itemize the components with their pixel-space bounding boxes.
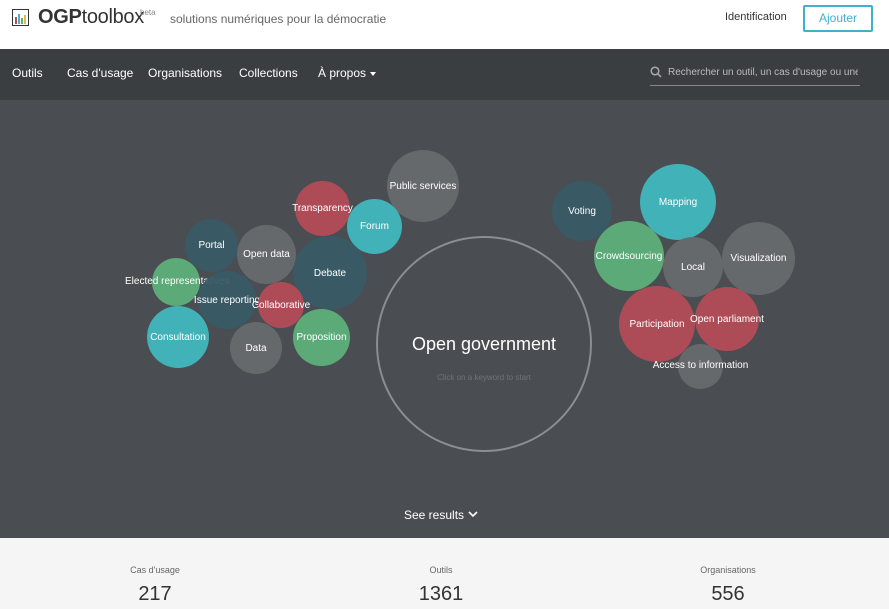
stat-value: 556 <box>711 583 745 605</box>
keyword-bubble[interactable]: Data <box>230 322 282 374</box>
search-box <box>650 60 860 86</box>
stat-label: Cas d'usage <box>130 565 180 575</box>
keyword-bubble[interactable]: Proposition <box>293 309 350 366</box>
nav-item-cas-usage[interactable]: Cas d'usage <box>67 66 133 80</box>
chevron-down-icon[interactable] <box>468 510 478 518</box>
center-circle: Open government Click on a keyword to st… <box>376 236 592 452</box>
stat-label: Outils <box>429 565 453 575</box>
top-bar: OGPtoolbox beta solutions numériques pou… <box>0 0 889 49</box>
beta-badge: beta <box>140 8 156 17</box>
nav-item-a-propos[interactable]: À propos <box>318 66 377 80</box>
nav-item-collections[interactable]: Collections <box>239 66 298 80</box>
keyword-bubble[interactable]: Consultation <box>147 306 209 368</box>
center-subtitle: Click on a keyword to start <box>437 373 531 382</box>
keyword-bubble[interactable]: Local <box>663 237 723 297</box>
add-button[interactable]: Ajouter <box>803 5 873 32</box>
logo-icon <box>12 9 29 26</box>
tagline: solutions numériques pour la démocratie <box>170 12 387 26</box>
keyword-bubble[interactable]: Open data <box>237 225 296 284</box>
see-results-link[interactable]: See results <box>404 508 464 522</box>
nav-item-outils[interactable]: Outils <box>12 66 43 80</box>
stats-bar: Cas d'usage 217 Outils 1361 Organisation… <box>0 538 889 609</box>
keyword-label: Access to information <box>652 360 749 371</box>
logo[interactable]: OGPtoolbox <box>38 6 144 29</box>
keyword-bubble[interactable]: Visualization <box>722 222 795 295</box>
keyword-bubble[interactable]: Crowdsourcing <box>594 221 664 291</box>
nav-item-organisations[interactable]: Organisations <box>148 66 222 80</box>
search-icon <box>650 66 662 78</box>
keyword-bubble-wrap[interactable]: Access to information <box>653 344 748 389</box>
identification-link[interactable]: Identification <box>725 11 787 23</box>
stat-label: Organisations <box>700 565 756 575</box>
logo-suffix: toolbox <box>81 6 145 28</box>
center-title: Open government <box>411 334 557 354</box>
keyword-bubble[interactable]: Transparency <box>292 181 353 236</box>
keyword-bubble[interactable]: Open parliament <box>690 287 764 351</box>
nav-item-a-propos-label: À propos <box>318 66 367 80</box>
logo-prefix: OGP <box>38 6 82 28</box>
stat-value: 1361 <box>418 583 464 605</box>
stat-value: 217 <box>138 583 172 605</box>
keyword-bubble-wrap[interactable]: Elected representatives <box>125 258 230 306</box>
caret-down-icon <box>370 71 377 76</box>
keyword-bubble[interactable]: Issue reporting <box>194 271 260 329</box>
search-input[interactable] <box>668 62 858 82</box>
